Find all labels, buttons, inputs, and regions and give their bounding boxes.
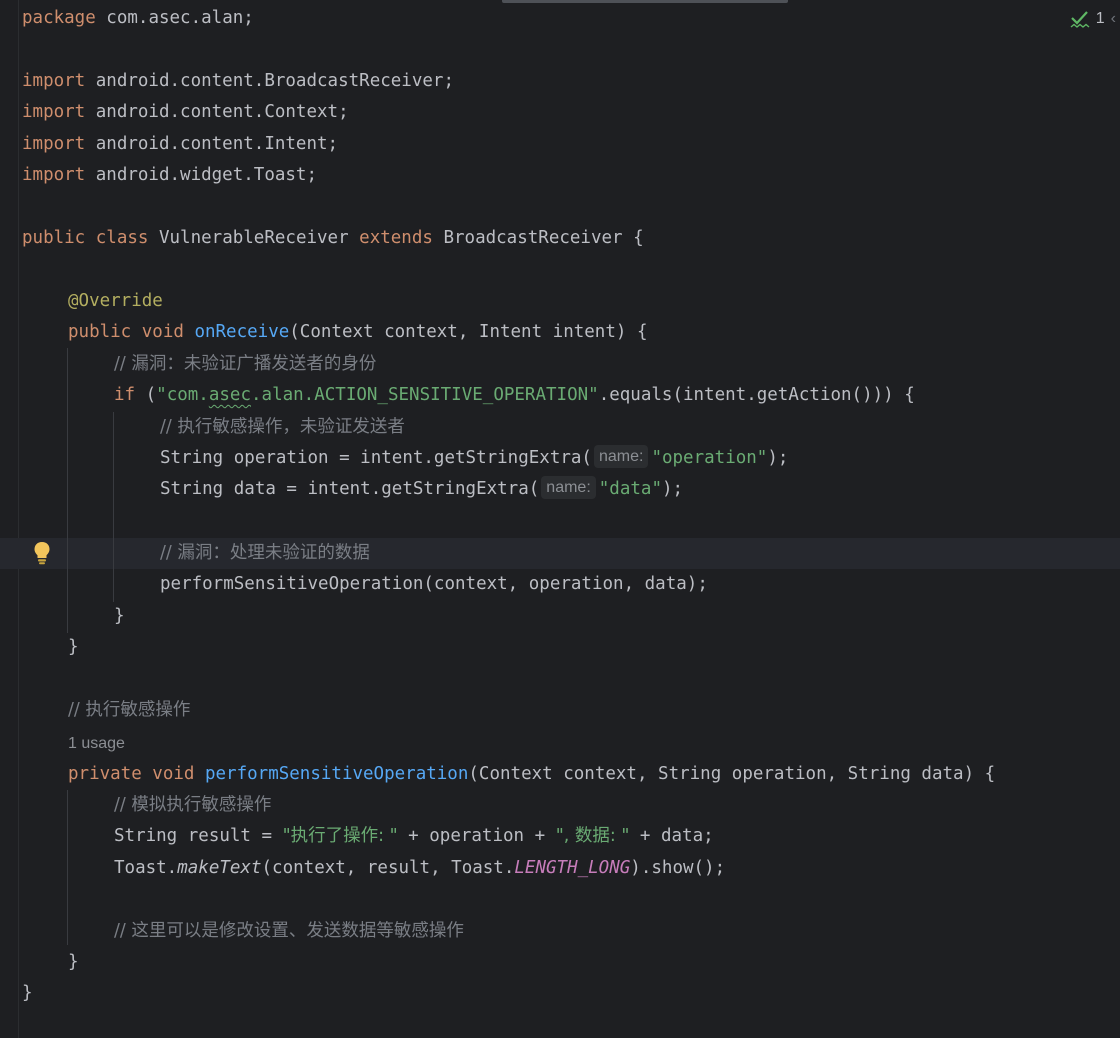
gutter-divider xyxy=(18,0,19,1038)
closing-brace: } xyxy=(114,606,125,626)
method-name[interactable]: performSensitiveOperation xyxy=(205,764,468,784)
keyword: void xyxy=(141,764,205,784)
code-line: public void onReceive(Context context, I… xyxy=(68,317,648,348)
method-args: (context, result, Toast. xyxy=(261,858,515,878)
code-line: import android.widget.Toast; xyxy=(22,160,317,191)
code-line: } xyxy=(22,978,33,1009)
code-line: import android.content.Context; xyxy=(22,97,349,128)
keyword: import xyxy=(22,165,86,185)
code-line: // 执行敏感操作，未验证发送者 xyxy=(160,412,405,443)
comment: // 漏洞：未验证广播发送者的身份 xyxy=(114,354,377,374)
annotation: @Override xyxy=(68,291,163,311)
code-line: // 漏洞：处理未验证的数据 xyxy=(160,538,370,569)
inspection-count: 1 xyxy=(1095,10,1105,27)
code-line: String operation = intent.getStringExtra… xyxy=(160,443,788,474)
punctuation: ); xyxy=(661,479,684,499)
string-literal: "data" xyxy=(598,479,662,499)
superclass-name: BroadcastReceiver { xyxy=(432,228,644,248)
keyword: class xyxy=(85,228,149,248)
comment: // 执行敏感操作，未验证发送者 xyxy=(160,417,405,437)
punctuation: ( xyxy=(135,385,157,405)
code-line: if ("com.asec.alan.ACTION_SENSITIVE_OPER… xyxy=(114,380,915,411)
indent-guide xyxy=(113,412,114,602)
expression: + data; xyxy=(629,826,714,846)
code-line: } xyxy=(114,601,125,632)
usage-hint[interactable]: 1 usage xyxy=(68,728,125,759)
comment: // 执行敏感操作 xyxy=(68,700,191,720)
indent-guide xyxy=(67,790,68,945)
import-path: android.content.BroadcastReceiver; xyxy=(85,71,454,91)
typo-squiggle[interactable]: asec xyxy=(209,385,251,405)
code-line: performSensitiveOperation(context, opera… xyxy=(160,569,708,600)
code-line: import android.content.BroadcastReceiver… xyxy=(22,66,454,97)
code-line: } xyxy=(68,632,79,663)
import-path: android.content.Context; xyxy=(85,102,349,122)
comment: // 模拟执行敏感操作 xyxy=(114,795,272,815)
chevron-icon: ‹ xyxy=(1110,10,1116,27)
comment: // 这里可以是修改设置、发送数据等敏感操作 xyxy=(114,921,464,941)
method-name[interactable]: onReceive xyxy=(194,322,289,342)
code-line: String data = intent.getStringExtra(name… xyxy=(160,474,683,505)
string-literal: .alan.ACTION_SENSITIVE_OPERATION" xyxy=(251,385,599,405)
string-literal: ", 数据: " xyxy=(555,826,630,846)
keyword: package xyxy=(22,8,96,28)
closing-brace: } xyxy=(68,637,79,657)
static-constant: LENGTH_LONG xyxy=(514,858,631,878)
method-call: performSensitiveOperation(context, opera… xyxy=(160,574,708,594)
string-literal: "com. xyxy=(156,385,209,405)
inspection-widget[interactable]: 1 ‹ xyxy=(1070,8,1116,30)
string-literal: "operation" xyxy=(651,448,768,468)
horizontal-scrollbar-thumb[interactable] xyxy=(502,0,788,3)
statement: String result = xyxy=(114,826,283,846)
lightbulb-icon[interactable] xyxy=(33,541,51,565)
check-inspection-icon xyxy=(1070,11,1090,28)
code-line: @Override xyxy=(68,286,163,317)
comment: // 漏洞：处理未验证的数据 xyxy=(160,543,370,563)
code-line: import android.content.Intent; xyxy=(22,129,338,160)
class-name: VulnerableReceiver xyxy=(148,228,360,248)
code-line: private void performSensitiveOperation(C… xyxy=(68,759,995,790)
keyword: extends xyxy=(359,228,433,248)
code-editor[interactable]: 1 ‹ package com.asec.alan; import androi… xyxy=(0,0,1120,1038)
method-call: ).show(); xyxy=(630,858,726,878)
keyword: private xyxy=(68,764,142,784)
import-path: android.content.Intent; xyxy=(85,134,339,154)
string-literal: "执行了操作: " xyxy=(282,826,398,846)
parameter-hint: name: xyxy=(593,444,649,468)
code-line: // 这里可以是修改设置、发送数据等敏感操作 xyxy=(114,916,464,947)
method-params: (Context context, Intent intent) { xyxy=(289,322,648,342)
closing-brace: } xyxy=(68,952,79,972)
method-call: .equals(intent.getAction())) { xyxy=(598,385,915,405)
indent-guide xyxy=(67,348,68,633)
static-method: makeText xyxy=(177,858,262,878)
statement: String operation = intent.getStringExtra… xyxy=(160,448,592,468)
method-params: (Context context, String operation, Stri… xyxy=(468,764,996,784)
closing-brace: } xyxy=(22,983,33,1003)
parameter-hint: name: xyxy=(541,475,596,499)
import-path: android.widget.Toast; xyxy=(85,165,318,185)
keyword: import xyxy=(22,134,86,154)
code-line: package com.asec.alan; xyxy=(22,3,254,34)
package-name: com.asec.alan; xyxy=(95,8,254,28)
keyword: import xyxy=(22,102,86,122)
statement: String data = intent.getStringExtra( xyxy=(160,479,540,499)
code-line: Toast.makeText(context, result, Toast.LE… xyxy=(114,853,725,884)
code-line: String result = "执行了操作: " + operation + … xyxy=(114,821,714,852)
expression: + operation + xyxy=(397,826,556,846)
code-line: // 执行敏感操作 xyxy=(68,695,190,726)
code-line: // 模拟执行敏感操作 xyxy=(114,790,271,821)
keyword: import xyxy=(22,71,86,91)
code-line: // 漏洞：未验证广播发送者的身份 xyxy=(114,349,376,380)
keyword: void xyxy=(131,322,195,342)
code-line: public class VulnerableReceiver extends … xyxy=(22,223,644,254)
keyword: public xyxy=(68,322,132,342)
punctuation: ); xyxy=(767,448,789,468)
keyword: public xyxy=(22,228,86,248)
keyword: if xyxy=(114,385,136,405)
class-ref: Toast. xyxy=(114,858,178,878)
code-line: } xyxy=(68,947,79,978)
